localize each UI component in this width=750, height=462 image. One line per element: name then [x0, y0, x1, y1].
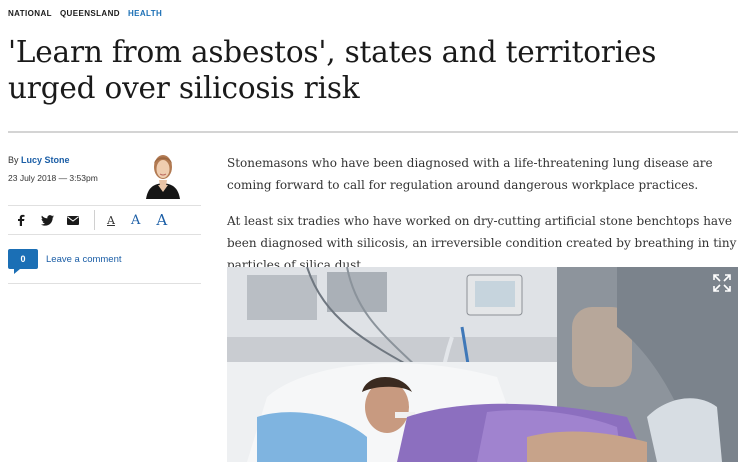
- font-size-large-button[interactable]: A: [156, 211, 167, 229]
- facebook-icon[interactable]: [8, 210, 34, 230]
- comment-count-badge[interactable]: 0: [8, 249, 38, 274]
- font-size-small-button[interactable]: A: [107, 214, 115, 227]
- article-photo[interactable]: [227, 267, 738, 462]
- twitter-icon[interactable]: [34, 210, 60, 230]
- email-icon[interactable]: [60, 210, 86, 230]
- byline: By Lucy Stone: [8, 155, 70, 165]
- article-headline: 'Learn from asbestos', states and territ…: [8, 35, 657, 105]
- expand-icon[interactable]: [712, 273, 732, 293]
- share-toolbar: A A A: [8, 205, 201, 235]
- header-divider: [8, 131, 738, 133]
- font-size-medium-button[interactable]: A: [131, 213, 140, 228]
- breadcrumb-national[interactable]: NATIONAL: [8, 9, 52, 18]
- byline-prefix: By: [8, 155, 19, 165]
- article-paragraph: Stonemasons who have been diagnosed with…: [227, 156, 713, 192]
- comment-bar: 0 Leave a comment: [8, 249, 201, 284]
- author-avatar[interactable]: [138, 147, 188, 199]
- breadcrumb-queensland[interactable]: QUEENSLAND: [60, 9, 120, 18]
- breadcrumb: NATIONAL QUEENSLAND HEALTH: [8, 9, 162, 18]
- share-divider: [94, 210, 95, 230]
- article-dateline: 23 July 2018 — 3:53pm: [8, 173, 98, 183]
- author-link[interactable]: Lucy Stone: [21, 155, 70, 165]
- breadcrumb-health[interactable]: HEALTH: [128, 9, 162, 18]
- leave-comment-link[interactable]: Leave a comment: [46, 254, 122, 265]
